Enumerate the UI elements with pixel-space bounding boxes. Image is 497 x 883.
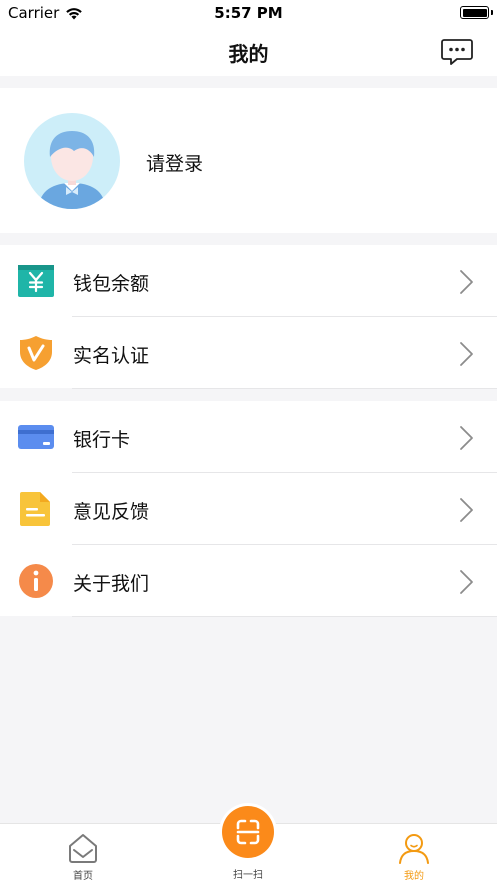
menu-label: 银行卡: [73, 429, 131, 451]
menu-label: 意见反馈: [73, 501, 150, 523]
login-prompt[interactable]: 请登录: [146, 149, 203, 176]
chevron-right-icon: [460, 270, 473, 294]
menu-item-bank-card[interactable]: 银行卡: [0, 401, 497, 473]
message-icon[interactable]: [440, 37, 474, 67]
chevron-right-icon: [460, 498, 473, 522]
scan-button[interactable]: [222, 806, 274, 858]
profile-card[interactable]: 请登录: [0, 88, 497, 233]
chevron-right-icon: [460, 426, 473, 450]
user-icon: [399, 834, 429, 864]
menu-label: 关于我们: [73, 573, 150, 595]
tab-home-label: 首页: [73, 871, 93, 882]
menu-item-feedback[interactable]: 意见反馈: [0, 473, 497, 545]
status-time: 5:57 PM: [214, 4, 283, 22]
shield-v-icon: [20, 336, 52, 370]
menu-group-account: 钱包余额 实名认证: [0, 245, 497, 389]
status-bar: Carrier 5:57 PM: [0, 0, 497, 26]
bank-card-icon: [18, 425, 54, 449]
wallet-icon: [18, 265, 54, 297]
battery-icon: [460, 6, 489, 19]
menu-item-about-us[interactable]: 关于我们: [0, 545, 497, 617]
info-icon: [19, 564, 53, 598]
menu-item-wallet-balance[interactable]: 钱包余额: [0, 245, 497, 317]
menu-label: 实名认证: [73, 345, 150, 367]
menu-group-services: 银行卡 意见反馈 关于我们: [0, 401, 497, 617]
chevron-right-icon: [460, 570, 473, 594]
tab-home[interactable]: 首页: [23, 824, 143, 883]
document-icon: [20, 492, 50, 526]
home-icon: [69, 834, 97, 863]
avatar: [24, 113, 120, 209]
menu-item-real-name-auth[interactable]: 实名认证: [0, 317, 497, 389]
tab-mine[interactable]: 我的: [354, 824, 474, 883]
scan-icon: [236, 819, 260, 845]
menu-label: 钱包余额: [73, 273, 150, 295]
tab-scan-label: 扫一扫: [233, 870, 263, 881]
navigation-bar: 我的: [0, 26, 497, 76]
page-title: 我的: [228, 42, 269, 66]
chevron-right-icon: [460, 342, 473, 366]
tab-mine-label: 我的: [404, 871, 424, 882]
